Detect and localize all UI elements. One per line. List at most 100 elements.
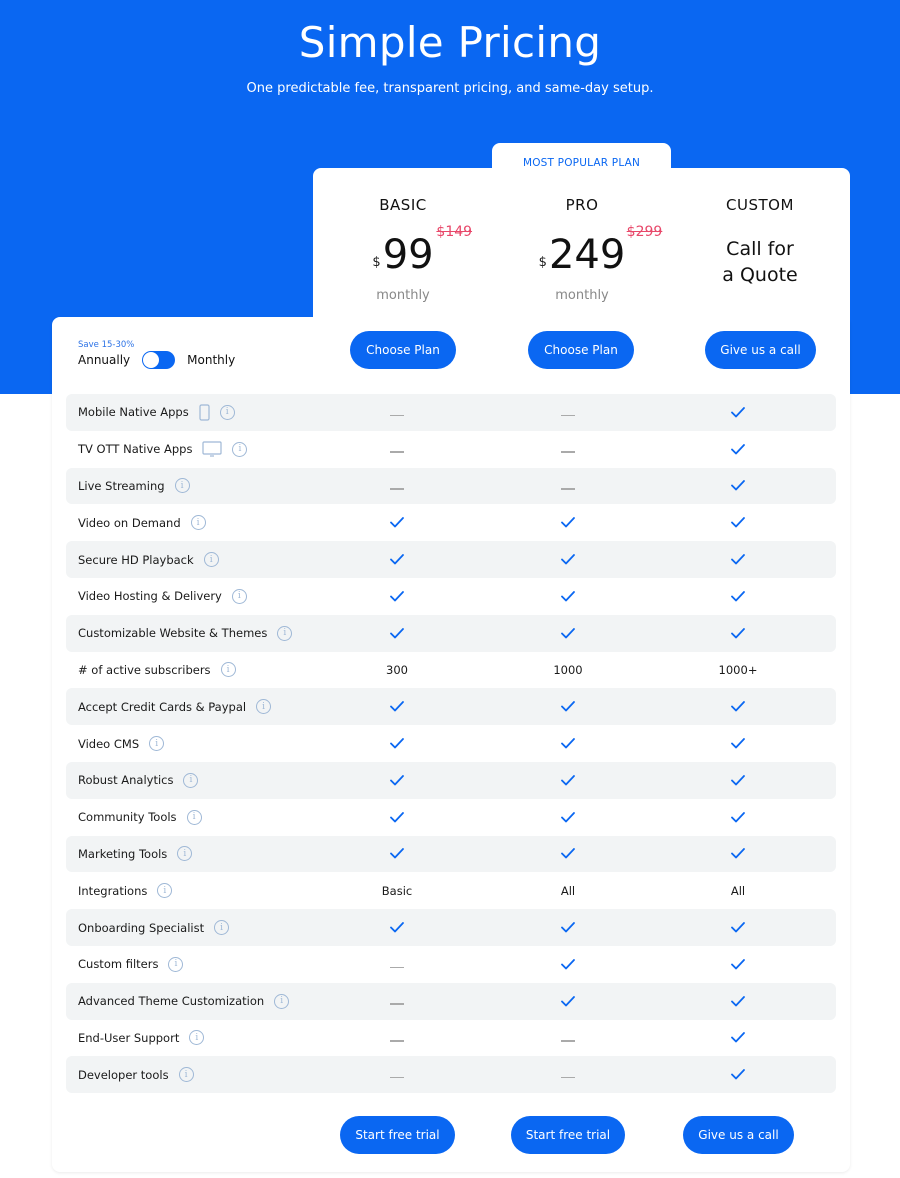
monthly-label[interactable]: Monthly (187, 353, 235, 367)
plan-name: PRO (565, 196, 599, 214)
feature-row: Accept Credit Cards & Paypal i (66, 688, 836, 726)
info-icon[interactable]: i (174, 478, 190, 494)
feature-label: Live Streaming (78, 478, 165, 493)
info-icon[interactable]: i (149, 736, 165, 752)
info-icon[interactable]: i (274, 993, 290, 1009)
feature-row: # of active subscribers i 300 1000 1000+ (66, 652, 836, 689)
info-icon[interactable]: i (231, 588, 247, 604)
check-icon (698, 799, 778, 836)
info-icon[interactable]: i (219, 404, 235, 420)
feature-label: Marketing Tools (78, 846, 168, 861)
check-icon (357, 799, 437, 836)
feature-label-group: Robust Analytics i (78, 772, 199, 788)
check-icon (698, 909, 778, 946)
mobile-icon (199, 404, 210, 421)
feature-label: Community Tools (78, 810, 177, 825)
check-icon (528, 983, 608, 1020)
info-icon[interactable]: i (183, 772, 199, 788)
check-icon (357, 615, 437, 652)
check-icon (357, 688, 437, 725)
feature-row: Custom filters i (66, 946, 836, 983)
check-icon (528, 909, 608, 946)
currency-symbol: $ (372, 255, 381, 270)
check-icon (528, 762, 608, 799)
feature-label: Robust Analytics (78, 773, 174, 788)
feature-value: Basic (381, 883, 413, 898)
save-note: Save 15-30% (78, 340, 135, 350)
check-icon (357, 578, 437, 615)
feature-row: Developer tools i (66, 1056, 836, 1094)
plan-basic: BASIC $99 $149 monthly (313, 196, 493, 303)
check-icon (698, 578, 778, 615)
feature-row: TV OTT Native Apps i (66, 431, 836, 468)
info-icon[interactable]: i (157, 883, 173, 899)
feature-row: Customizable Website & Themes i (66, 614, 836, 652)
info-icon[interactable]: i (256, 699, 272, 715)
dash-icon (357, 946, 437, 983)
annually-label[interactable]: Annually (78, 353, 130, 367)
page-subtitle: One predictable fee, transparent pricing… (246, 81, 654, 96)
check-icon (528, 799, 608, 836)
check-icon (357, 836, 437, 873)
plan-quote: Call for a Quote (722, 238, 798, 286)
feature-label: Advanced Theme Customization (78, 994, 265, 1009)
most-popular-badge: MOST POPULAR PLAN (492, 143, 671, 183)
dash-icon (357, 1020, 437, 1057)
plan-custom: CUSTOM Call for a Quote (670, 196, 850, 288)
check-icon (698, 983, 778, 1020)
start-free-trial-pro-button[interactable]: Start free trial (511, 1116, 625, 1154)
check-icon (698, 725, 778, 762)
feature-label-group: # of active subscribers i (78, 662, 236, 678)
check-icon (528, 946, 608, 983)
feature-value: 1000+ (718, 662, 758, 677)
check-icon (357, 909, 437, 946)
info-icon[interactable]: i (178, 1067, 194, 1083)
info-icon[interactable]: i (220, 662, 236, 678)
check-icon (698, 1056, 778, 1093)
give-us-a-call-bottom-button[interactable]: Give us a call (683, 1116, 794, 1154)
check-icon (698, 504, 778, 541)
feature-value: All (730, 883, 746, 898)
feature-row: End-User Support i (66, 1020, 836, 1057)
feature-row: Video Hosting & Delivery i (66, 578, 836, 615)
plan-pro: PRO $249 $299 monthly (492, 196, 672, 303)
choose-plan-basic-button[interactable]: Choose Plan (350, 331, 456, 369)
feature-label-group: Integrations i (78, 883, 173, 899)
info-icon[interactable]: i (190, 515, 206, 531)
info-icon[interactable]: i (189, 1030, 205, 1046)
old-price: $149 (436, 224, 473, 240)
dash-icon (528, 431, 608, 468)
feature-label-group: Marketing Tools i (78, 846, 193, 862)
info-icon[interactable]: i (214, 920, 230, 936)
check-icon (528, 688, 608, 725)
start-free-trial-basic-button[interactable]: Start free trial (340, 1116, 455, 1154)
feature-label-group: TV OTT Native Apps i (78, 441, 248, 457)
info-icon[interactable]: i (186, 809, 202, 825)
feature-label-group: Mobile Native Apps i (78, 404, 235, 421)
feature-row: Mobile Native Apps i (66, 394, 836, 431)
choose-plan-pro-button[interactable]: Choose Plan (528, 331, 634, 369)
price-amount: 249 (548, 232, 626, 278)
dash-icon (528, 1020, 608, 1057)
feature-label-group: Developer tools i (78, 1067, 194, 1083)
dash-icon (357, 394, 437, 431)
check-icon (528, 836, 608, 873)
billing-toggle-switch[interactable] (142, 351, 176, 369)
feature-label: Video Hosting & Delivery (78, 589, 222, 604)
check-icon (357, 541, 437, 578)
feature-label: Video on Demand (78, 515, 181, 530)
plan-price: $249 $299 (539, 224, 663, 278)
info-icon[interactable]: i (168, 956, 184, 972)
feature-label: TV OTT Native Apps (78, 442, 193, 457)
check-icon (528, 504, 608, 541)
feature-label-group: Onboarding Specialist i (78, 920, 230, 936)
check-icon (357, 725, 437, 762)
info-icon[interactable]: i (177, 846, 193, 862)
info-icon[interactable]: i (232, 441, 248, 457)
feature-row: Live Streaming i (66, 467, 836, 505)
give-us-a-call-button[interactable]: Give us a call (705, 331, 816, 369)
info-icon[interactable]: i (203, 552, 219, 568)
feature-label: End-User Support (78, 1030, 180, 1045)
feature-row: Video on Demand i (66, 504, 836, 541)
info-icon[interactable]: i (277, 625, 293, 641)
